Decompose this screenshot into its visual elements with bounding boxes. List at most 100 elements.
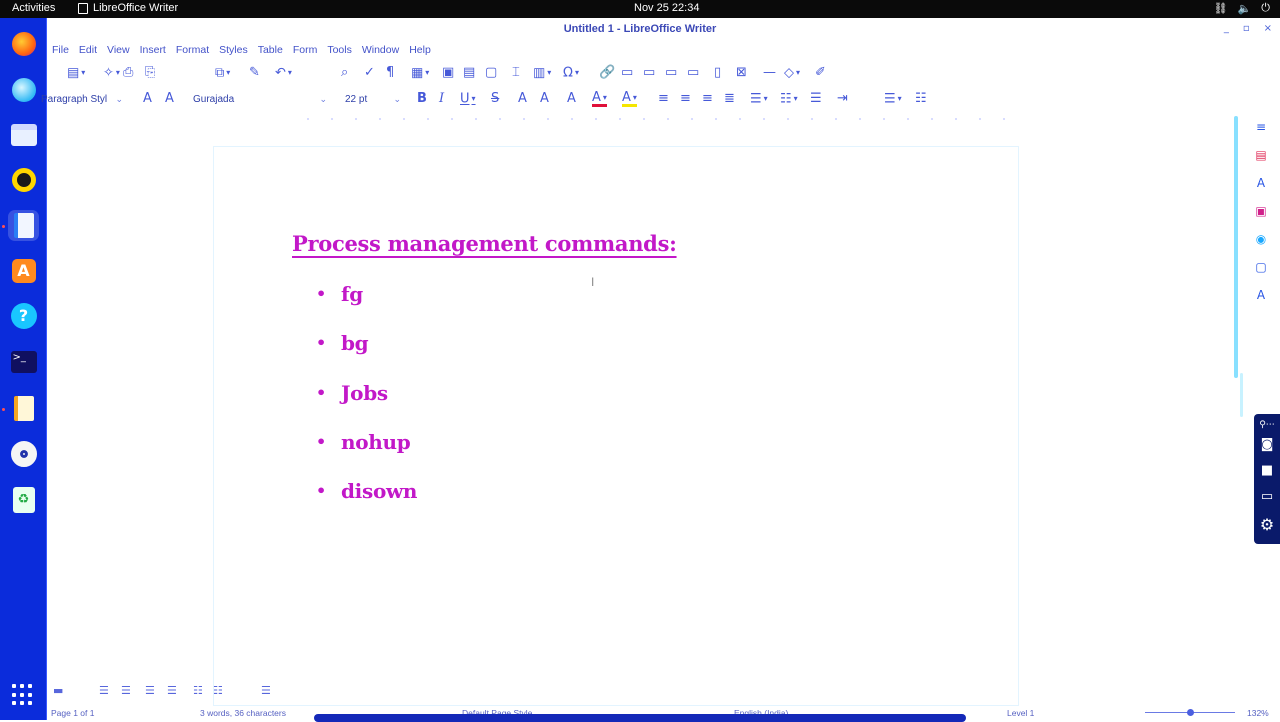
toolbar-icon[interactable]: ☰ xyxy=(145,684,155,697)
page-break-icon[interactable]: ⌶ xyxy=(512,65,520,81)
vertical-scrollbar[interactable] xyxy=(1234,116,1238,378)
comment-icon[interactable]: ▯ xyxy=(714,65,721,81)
styles-icon[interactable]: A xyxy=(1252,174,1270,192)
endnote-icon[interactable]: ▭ xyxy=(643,65,655,81)
list-item[interactable]: • nohup xyxy=(316,429,417,478)
list-item[interactable]: • fg xyxy=(316,281,417,330)
find-replace-icon[interactable]: ⌕ xyxy=(341,65,348,81)
unordered-list-icon[interactable]: ☰ xyxy=(750,91,768,108)
menu-styles[interactable]: Styles xyxy=(214,42,253,60)
templates-icon[interactable]: ✧ xyxy=(103,65,120,82)
insert-table-icon[interactable]: ▦ xyxy=(411,65,429,82)
thunderbird-icon[interactable] xyxy=(8,74,39,105)
toolbar-icon[interactable]: ▬ xyxy=(53,684,63,697)
paste-icon[interactable]: ⧉ xyxy=(215,65,230,82)
underline-icon[interactable]: U xyxy=(460,91,476,108)
new-style-icon[interactable]: A xyxy=(165,91,174,107)
menu-insert[interactable]: Insert xyxy=(135,42,171,60)
paragraph-style-combo[interactable]: Paragraph Styl ⌄ xyxy=(41,91,125,108)
video-icon[interactable]: ■ xyxy=(1258,462,1276,480)
activities-button[interactable]: Activities xyxy=(12,2,55,14)
close-button[interactable]: × xyxy=(1264,23,1272,34)
document-page[interactable]: Process management commands: • fg • bg • Jo… xyxy=(213,146,1019,706)
minimize-button[interactable]: _ xyxy=(1224,23,1229,34)
font-size-combo[interactable]: 22 pt ⌄ xyxy=(345,91,403,108)
strikethrough-icon[interactable]: S xyxy=(491,91,499,107)
insert-chart-icon[interactable]: ▤ xyxy=(463,65,475,81)
network-icon[interactable]: ⛓ xyxy=(1214,2,1228,15)
horizontal-ruler[interactable] xyxy=(307,116,1007,126)
power-icon[interactable]: ⏻ xyxy=(1261,2,1270,15)
outline-format-icon[interactable]: ☰ xyxy=(810,91,822,107)
maximize-button[interactable]: ▫ xyxy=(1243,23,1250,34)
toolbar-icon[interactable]: ☰ xyxy=(99,684,109,697)
subscript-icon[interactable]: A xyxy=(540,91,549,107)
terminal-icon[interactable]: >_ xyxy=(8,346,39,377)
bold-icon[interactable]: B xyxy=(417,91,427,107)
title-bar[interactable]: Untitled 1 - LibreOffice Writer _ ▫ × xyxy=(47,18,1280,42)
system-tray[interactable]: ⛓ 🔈 ⏻ xyxy=(1214,2,1270,15)
insert-field-icon[interactable]: ▥ xyxy=(533,65,551,82)
page-icon[interactable]: ▢ xyxy=(1252,258,1270,276)
camera-icon[interactable]: ◙ xyxy=(1258,436,1276,454)
help-icon[interactable]: ? xyxy=(8,300,39,331)
font-color-icon[interactable]: A xyxy=(592,91,607,107)
pin-icon[interactable]: ⚲⋯ xyxy=(1258,416,1276,434)
gear-icon[interactable]: ⚙ xyxy=(1258,516,1276,534)
clone-formatting-icon[interactable]: ✎ xyxy=(249,65,260,81)
draw-functions-icon[interactable]: ✐ xyxy=(815,65,826,81)
volume-icon[interactable]: 🔈 xyxy=(1238,2,1252,15)
libreoffice-writer-icon[interactable] xyxy=(8,210,39,241)
zoom-level[interactable]: 132% xyxy=(1247,708,1269,718)
clear-formatting-icon[interactable]: A xyxy=(567,91,576,107)
superscript-icon[interactable]: A xyxy=(518,91,527,107)
new-document-icon[interactable]: ▤ xyxy=(67,65,85,82)
list-item[interactable]: • disown xyxy=(316,478,417,527)
font-name-combo[interactable]: Gurajada ⌄ xyxy=(193,91,329,108)
track-changes-icon[interactable]: ⊠ xyxy=(736,65,747,81)
toolbar-icon[interactable]: ☰ xyxy=(261,684,271,697)
trash-icon[interactable]: ♻ xyxy=(8,484,39,515)
align-right-icon[interactable]: ≡ xyxy=(702,91,713,107)
menu-format[interactable]: Format xyxy=(171,42,214,60)
list-item[interactable]: • Jobs xyxy=(316,380,417,429)
rhythmbox-icon[interactable] xyxy=(8,164,39,195)
style-inspector-icon[interactable]: A xyxy=(1252,286,1270,304)
formatting-marks-icon[interactable]: ¶ xyxy=(386,65,394,81)
firefox-icon[interactable] xyxy=(8,28,39,59)
basic-shapes-icon[interactable]: ◇ xyxy=(784,65,800,82)
menu-view[interactable]: View xyxy=(102,42,135,60)
sidebar-menu-icon[interactable]: ≡ xyxy=(1252,118,1270,136)
print-icon[interactable]: ⎙ xyxy=(123,65,133,81)
zoom-slider-handle[interactable] xyxy=(1187,709,1194,716)
menu-tools[interactable]: Tools xyxy=(322,42,357,60)
menu-edit[interactable]: Edit xyxy=(74,42,102,60)
word-count[interactable]: 3 words, 36 characters xyxy=(200,708,286,718)
menu-file[interactable]: File xyxy=(47,42,74,60)
software-center-icon[interactable]: A xyxy=(8,255,39,286)
highlight-color-icon[interactable]: A xyxy=(622,91,637,107)
chevron-down-icon[interactable]: ⌄ xyxy=(115,94,123,105)
chevron-down-icon[interactable]: ⌄ xyxy=(393,94,401,105)
list-item[interactable]: • bg xyxy=(316,330,417,379)
bookmark-icon[interactable]: ▭ xyxy=(665,65,677,81)
align-left-icon[interactable]: ≡ xyxy=(658,91,669,107)
insert-image-icon[interactable]: ▣ xyxy=(442,65,454,81)
increase-indent-icon[interactable]: ⇥ xyxy=(837,91,848,107)
special-character-icon[interactable]: Ω xyxy=(563,65,579,82)
italic-icon[interactable]: I xyxy=(439,91,444,107)
insert-textbox-icon[interactable]: ▢ xyxy=(485,65,497,81)
menu-table[interactable]: Table xyxy=(253,42,288,60)
navigator-icon[interactable]: ◉ xyxy=(1252,230,1270,248)
insert-line-icon[interactable]: — xyxy=(763,65,776,81)
disc-icon[interactable] xyxy=(8,438,39,469)
clock[interactable]: Nov 25 22:34 xyxy=(634,2,699,14)
libreoffice-impress-icon[interactable] xyxy=(8,393,39,424)
scrollbar-thumb[interactable] xyxy=(1240,373,1243,417)
cross-reference-icon[interactable]: ▭ xyxy=(687,65,699,81)
print-preview-icon[interactable]: ⎘ xyxy=(145,65,155,81)
menu-help[interactable]: Help xyxy=(404,42,436,60)
properties-icon[interactable]: ▤ xyxy=(1252,146,1270,164)
app-menu[interactable]: LibreOffice Writer xyxy=(78,2,178,14)
menu-form[interactable]: Form xyxy=(288,42,323,60)
